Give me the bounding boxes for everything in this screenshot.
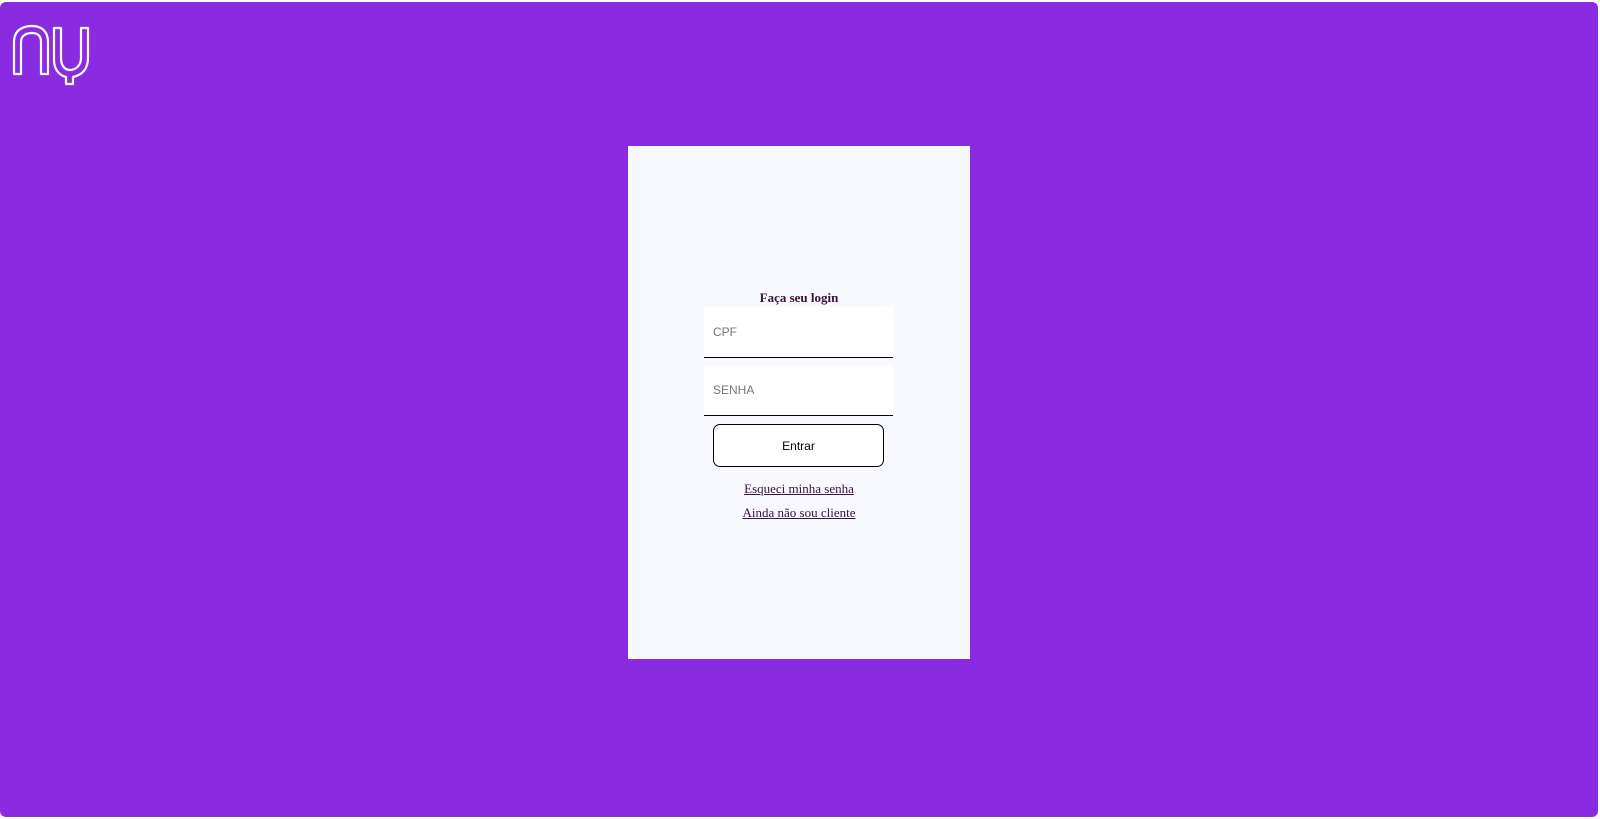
login-card: Faça seu login Entrar Esqueci minha senh… <box>628 146 970 659</box>
forgot-password-link[interactable]: Esqueci minha senha <box>628 481 970 497</box>
password-input[interactable] <box>704 365 893 416</box>
login-button[interactable]: Entrar <box>713 424 884 467</box>
cpf-input[interactable] <box>704 307 893 358</box>
not-client-link[interactable]: Ainda não sou cliente <box>628 505 970 521</box>
page-background: Faça seu login Entrar Esqueci minha senh… <box>0 2 1598 817</box>
login-title: Faça seu login <box>759 290 839 305</box>
nubank-logo-icon[interactable] <box>12 24 90 86</box>
